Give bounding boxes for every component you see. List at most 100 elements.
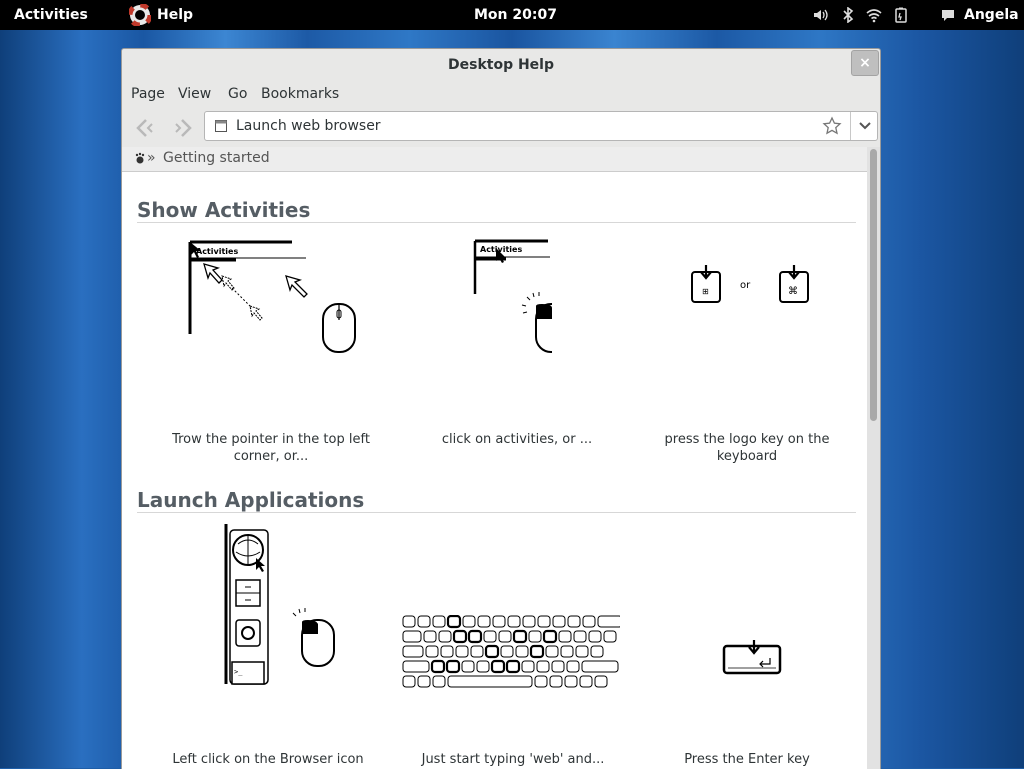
keyboard-key — [560, 645, 574, 658]
caption-hot-corner: Trow the pointer in the top left corner,… — [172, 432, 370, 464]
help-window: Desktop Help × Page View Go Bookmarks La… — [121, 48, 881, 769]
keyboard-key — [432, 615, 446, 628]
svg-text:⊞: ⊞ — [702, 287, 709, 296]
caption-click-activities: click on activities, or ... — [441, 432, 593, 447]
svg-text:>_: >_ — [234, 668, 243, 676]
keyboard-key — [522, 615, 536, 628]
keyboard-key — [402, 645, 424, 658]
keyboard-key — [551, 660, 565, 673]
keyboard-key — [515, 645, 529, 658]
location-bar[interactable]: Launch web browser — [204, 111, 878, 141]
keyboard-key — [445, 659, 461, 674]
keyboard-key — [467, 629, 483, 644]
keyboard-key — [545, 645, 559, 658]
breadcrumb: » Getting started — [122, 147, 867, 172]
menu-go[interactable]: Go — [228, 86, 247, 102]
keyboard-key — [490, 659, 506, 674]
menu-bookmarks[interactable]: Bookmarks — [261, 86, 339, 102]
keyboard-key — [440, 645, 454, 658]
keyboard-key — [417, 675, 431, 688]
scrollbar-thumb[interactable] — [870, 149, 877, 421]
wifi-icon[interactable] — [866, 7, 882, 23]
keyboard-key — [484, 644, 500, 659]
keyboard-key — [566, 660, 580, 673]
keyboard-key — [425, 645, 439, 658]
keyboard-key — [537, 615, 551, 628]
section-divider — [137, 222, 856, 223]
keyboard-key — [423, 630, 437, 643]
bookmark-star-icon[interactable] — [822, 116, 842, 136]
keyboard-key — [594, 675, 608, 688]
forward-icon[interactable] — [170, 115, 196, 141]
click-activities-illustration: Activities — [473, 239, 552, 353]
window-title: Desktop Help — [448, 57, 554, 73]
back-icon[interactable] — [132, 115, 158, 141]
keyboard-key — [438, 630, 452, 643]
activities-label: Activities — [196, 247, 238, 256]
home-foot-icon[interactable] — [134, 152, 146, 164]
battery-icon[interactable] — [893, 7, 909, 23]
keyboard-key — [512, 629, 528, 644]
keyboard-key — [564, 675, 578, 688]
keyboard-illustration — [402, 615, 620, 688]
keyboard-key — [498, 630, 512, 643]
clock[interactable]: Mon 20:07 — [474, 7, 557, 23]
menu-bar: Page View Go Bookmarks — [122, 83, 880, 107]
chevron-down-icon[interactable] — [855, 116, 875, 136]
keyboard-key — [452, 629, 468, 644]
top-panel: Activities Help Mon 20:07 Angela — [0, 0, 1024, 30]
caption-logo-key: press the logo key on the keyboard — [664, 432, 830, 464]
keyboard-key — [582, 615, 596, 628]
keyboard-key — [402, 675, 416, 688]
keyboard-key — [579, 675, 593, 688]
keyboard-key — [573, 630, 587, 643]
bluetooth-icon[interactable] — [840, 7, 856, 23]
keyboard-key — [446, 615, 462, 629]
menu-view[interactable]: View — [178, 86, 211, 102]
close-button[interactable]: × — [851, 50, 879, 76]
keyboard-key — [542, 629, 558, 644]
menu-page[interactable]: Page — [131, 86, 165, 102]
app-menu[interactable]: Help — [157, 7, 193, 23]
keyboard-key — [567, 615, 581, 628]
keyboard-key — [603, 630, 617, 643]
keyboard-key — [529, 644, 545, 659]
or-label: or — [740, 280, 751, 291]
keyboard-key — [477, 615, 491, 628]
url-text[interactable]: Launch web browser — [236, 118, 381, 134]
breadcrumb-item[interactable]: Getting started — [163, 150, 270, 166]
keyboard-key — [521, 660, 535, 673]
keyboard-key — [402, 615, 416, 628]
caption-dash-browser: Left click on the Browser icon on the da… — [172, 752, 364, 767]
user-menu[interactable]: Angela — [964, 7, 1019, 23]
breadcrumb-separator: » — [147, 150, 156, 166]
keyboard-key — [534, 675, 548, 688]
keyboard-key — [528, 630, 542, 643]
keyboard-key — [483, 630, 497, 643]
keyboard-key — [588, 630, 602, 643]
keyboard-key — [461, 660, 475, 673]
page-icon — [215, 120, 227, 132]
caption-enter-key: Press the Enter key — [684, 752, 810, 767]
keyboard-key — [552, 615, 566, 628]
enter-key-illustration — [722, 640, 782, 675]
keyboard-key — [590, 645, 604, 658]
title-bar[interactable]: Desktop Help × — [122, 49, 880, 81]
keyboard-key — [402, 630, 422, 643]
keyboard-key — [558, 630, 572, 643]
keyboard-key — [402, 660, 430, 673]
hot-corner-illustration: Activities — [188, 240, 356, 353]
keyboard-key — [462, 615, 476, 628]
keyboard-key — [492, 615, 506, 628]
keyboard-key — [597, 615, 620, 628]
keyboard-key — [575, 645, 589, 658]
keyboard-key — [470, 645, 484, 658]
keyboard-key — [505, 659, 521, 674]
keyboard-key — [507, 615, 521, 628]
volume-icon[interactable] — [812, 7, 828, 23]
section-heading-show-activities: Show Activities — [137, 198, 311, 222]
activities-button[interactable]: Activities — [14, 7, 88, 23]
chat-icon[interactable] — [940, 7, 956, 23]
scrollbar[interactable] — [867, 147, 880, 769]
app-help-icon[interactable] — [129, 4, 151, 26]
